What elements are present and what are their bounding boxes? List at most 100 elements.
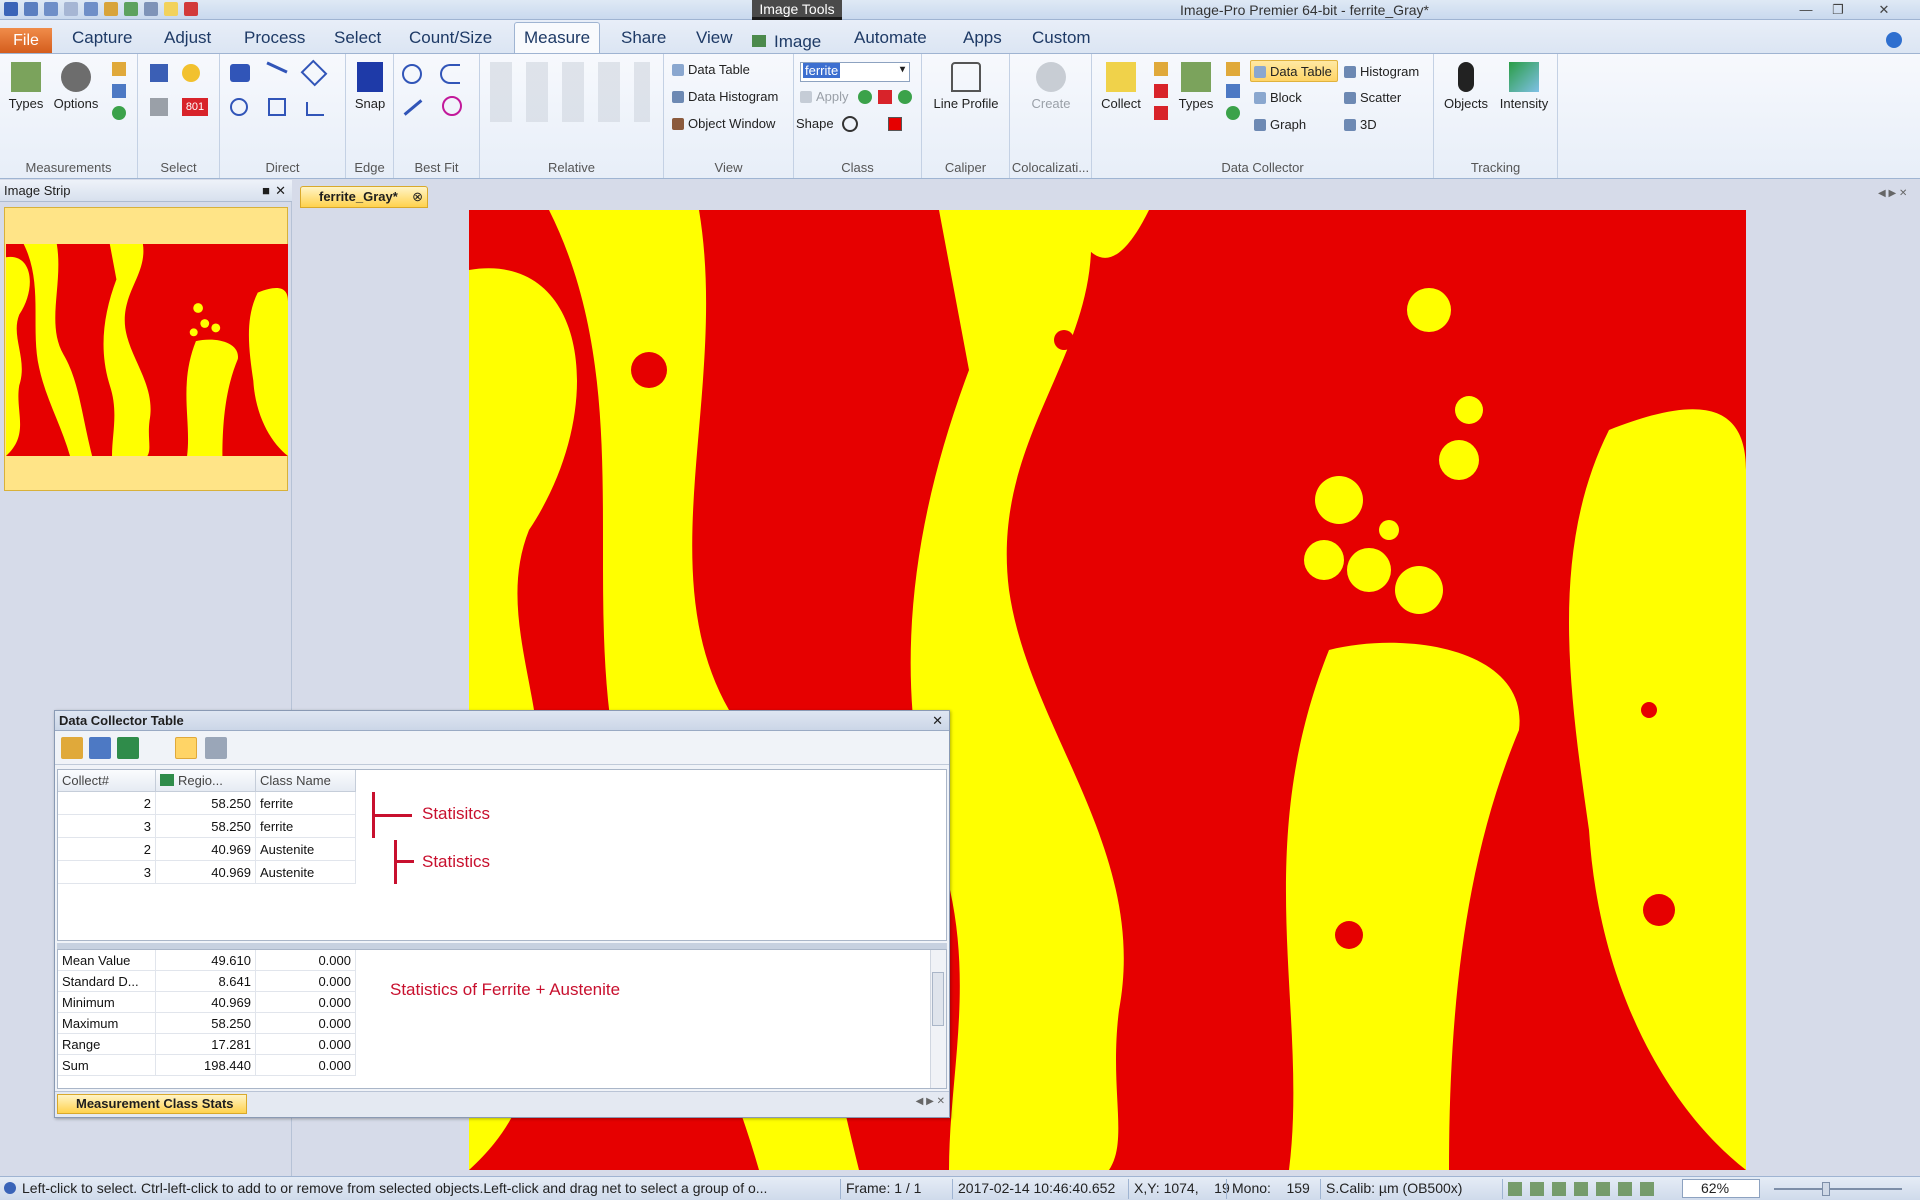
table-row[interactable]: 2	[58, 838, 156, 861]
histogram-button[interactable]: Histogram	[1344, 64, 1419, 79]
polygon-tool-icon[interactable]	[268, 98, 286, 116]
redo-icon[interactable]	[64, 2, 78, 16]
class-color-swatch[interactable]	[888, 117, 902, 131]
doc-nav-icons[interactable]: ◀ ▶ ✕	[1878, 188, 1907, 199]
collector-save-icon[interactable]	[1226, 84, 1240, 98]
collector-remove-icon[interactable]	[1154, 84, 1168, 98]
stats-scroll-thumb[interactable]	[932, 972, 944, 1026]
table-cell[interactable]: 40.969	[156, 838, 256, 861]
three-d-button[interactable]: 3D	[1344, 117, 1377, 132]
tab-image[interactable]: Image	[752, 32, 821, 52]
open-icon[interactable]	[104, 2, 118, 16]
pin-icon[interactable]: ■	[262, 180, 270, 202]
refresh-icon[interactable]	[84, 2, 98, 16]
line-profile-button[interactable]: Line Profile	[926, 62, 1006, 111]
app-icon[interactable]	[4, 2, 18, 16]
table-cell[interactable]: Austenite	[256, 838, 356, 861]
lightbulb-icon[interactable]	[182, 64, 200, 82]
table-cell[interactable]: Austenite	[256, 861, 356, 884]
types-button[interactable]: Types	[6, 62, 46, 111]
camera-icon[interactable]	[144, 2, 158, 16]
close-button[interactable]: ✕	[1872, 2, 1896, 18]
close-strip-icon[interactable]: ✕	[275, 180, 286, 202]
refresh-class-icon[interactable]	[898, 90, 912, 104]
save-table-icon[interactable]	[89, 737, 111, 759]
collector-types-button[interactable]: Types	[1176, 62, 1216, 111]
add-class-icon[interactable]	[858, 90, 872, 104]
column-header-class-name[interactable]: Class Name	[256, 770, 356, 792]
point-tool-icon[interactable]	[230, 64, 250, 82]
save-icon[interactable]	[24, 2, 38, 16]
crosshair-icon[interactable]	[842, 116, 858, 132]
cursor-icon[interactable]	[164, 2, 178, 16]
data-table-view-button[interactable]: Data Table	[672, 62, 750, 77]
tab-select[interactable]: Select	[334, 28, 381, 48]
close-window-icon[interactable]: ✕	[932, 711, 943, 731]
close-document-icon[interactable]: ⊗	[412, 187, 423, 207]
zoom-select[interactable]: 62%	[1682, 1179, 1760, 1198]
image-thumbnail[interactable]	[4, 207, 288, 491]
create-button[interactable]: Create	[1016, 62, 1086, 111]
excel-export-icon[interactable]	[117, 737, 139, 759]
tab-count-size[interactable]: Count/Size	[409, 28, 492, 48]
collector-refresh-icon[interactable]	[1226, 106, 1240, 120]
maximize-button[interactable]: ❐	[1826, 2, 1850, 18]
minimize-button[interactable]: —	[1794, 2, 1818, 18]
stats-toggle-icon[interactable]	[175, 737, 197, 759]
tab-measure[interactable]: Measure	[524, 28, 590, 48]
count-badge[interactable]: 801	[182, 98, 208, 116]
zoom-slider-track[interactable]	[1774, 1188, 1902, 1190]
table-cell[interactable]: ferrite	[256, 815, 356, 838]
table-row[interactable]: 2	[58, 792, 156, 815]
folder-icon[interactable]	[112, 62, 126, 76]
class-select[interactable]: ferrite ▾	[800, 62, 910, 82]
relative-tools-icon[interactable]	[490, 62, 650, 122]
fit-line-icon[interactable]	[403, 99, 423, 116]
apply-button[interactable]: Apply	[800, 89, 849, 104]
clear-icon[interactable]	[150, 98, 168, 116]
options-button[interactable]: Options	[50, 62, 102, 111]
data-collector-title-bar[interactable]: Data Collector Table ✕	[55, 711, 949, 731]
line-tool-icon[interactable]	[266, 61, 288, 74]
objects-button[interactable]: Objects	[1438, 62, 1494, 111]
table-row[interactable]: 3	[58, 815, 156, 838]
measurement-class-stats-tab[interactable]: Measurement Class Stats	[57, 1094, 247, 1114]
save-measure-icon[interactable]	[112, 84, 126, 98]
tab-process[interactable]: Process	[244, 28, 305, 48]
collector-open-icon[interactable]	[1226, 62, 1240, 76]
delete-class-icon[interactable]	[878, 90, 892, 104]
scatter-button[interactable]: Scatter	[1344, 90, 1401, 105]
collector-data-table-button[interactable]: Data Table	[1254, 64, 1332, 79]
object-window-button[interactable]: Object Window	[672, 116, 775, 131]
tab-view[interactable]: View	[696, 28, 733, 48]
snap-button[interactable]: Snap	[350, 62, 390, 111]
file-menu[interactable]: File	[0, 28, 52, 54]
status-view-icons[interactable]	[1508, 1182, 1658, 1196]
block-button[interactable]: Block	[1254, 90, 1302, 105]
bottom-nav-icons[interactable]: ◀ ▶ ✕	[916, 1096, 945, 1107]
data-histogram-button[interactable]: Data Histogram	[672, 89, 778, 104]
graph-button[interactable]: Graph	[1254, 117, 1306, 132]
fit-arc-icon[interactable]	[440, 64, 460, 84]
circle-tool-icon[interactable]	[230, 98, 248, 116]
column-header-collect[interactable]: Collect#	[58, 770, 156, 792]
tab-share[interactable]: Share	[621, 28, 666, 48]
tab-automate[interactable]: Automate	[854, 28, 927, 48]
intensity-button[interactable]: Intensity	[1494, 62, 1554, 111]
table-cell[interactable]: 40.969	[156, 861, 256, 884]
help-icon[interactable]	[1886, 32, 1902, 48]
table-cell[interactable]: ferrite	[256, 792, 356, 815]
refresh-green-icon[interactable]	[112, 106, 126, 120]
fit-circle-icon[interactable]	[402, 64, 422, 84]
select-arrow-icon[interactable]	[150, 64, 168, 82]
tab-adjust[interactable]: Adjust	[164, 28, 211, 48]
tools-icon[interactable]	[124, 2, 138, 16]
columns-icon[interactable]	[205, 737, 227, 759]
column-header-region[interactable]: Regio...	[156, 770, 256, 792]
zoom-slider-thumb[interactable]	[1822, 1182, 1830, 1196]
fit-curve-icon[interactable]	[442, 96, 462, 116]
table-cell[interactable]: 58.250	[156, 792, 256, 815]
undo-icon[interactable]	[44, 2, 58, 16]
delete-icon[interactable]	[184, 2, 198, 16]
table-cell[interactable]: 58.250	[156, 815, 256, 838]
